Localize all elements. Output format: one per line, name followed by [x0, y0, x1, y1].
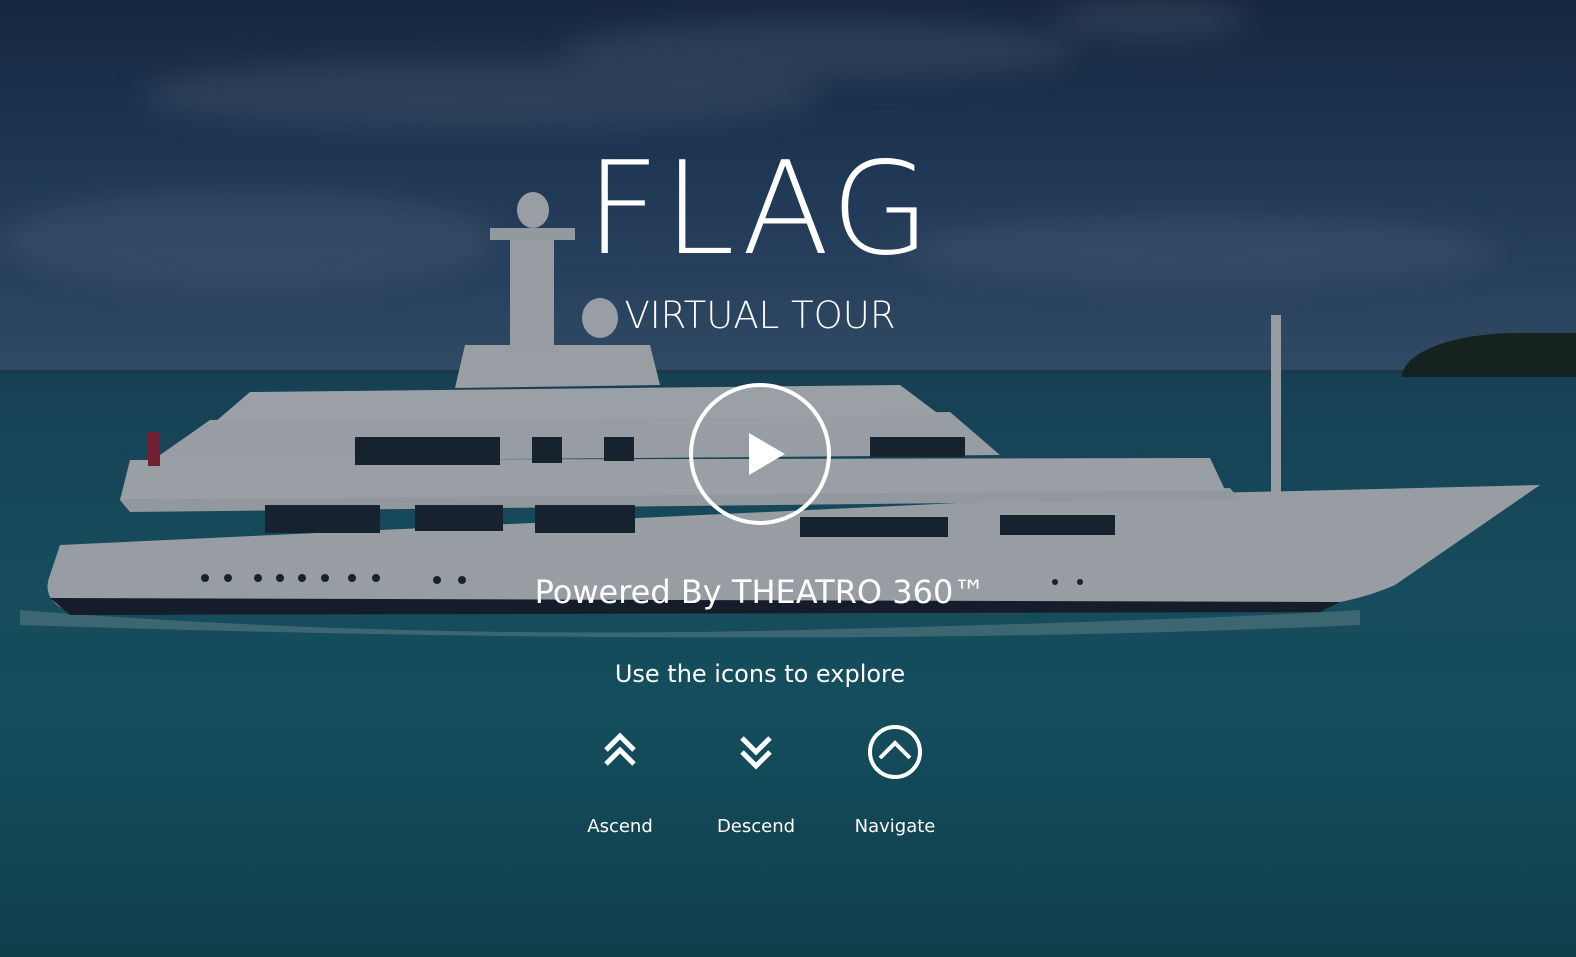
yacht-title: FLAG [585, 135, 935, 284]
circle-chevron-up-icon [868, 725, 922, 779]
play-icon [749, 433, 785, 475]
descend-label: Descend [716, 816, 796, 837]
tour-subtitle: VIRTUAL TOUR [624, 294, 896, 337]
play-button[interactable] [689, 383, 831, 525]
ascend-control[interactable]: Ascend [555, 724, 685, 838]
instructions-text: Use the icons to explore [614, 660, 906, 688]
navigate-label: Navigate [854, 816, 936, 837]
virtual-tour-splash: FLAG VIRTUAL TOUR Powered By THEATRO 360… [0, 0, 1576, 957]
powered-by-text: Powered By THEATRO 360™ [534, 573, 986, 611]
double-chevron-up-icon [604, 732, 636, 766]
ascend-label: Ascend [587, 816, 653, 837]
navigate-control[interactable]: Navigate [830, 724, 960, 838]
double-chevron-down-icon [740, 736, 772, 770]
descend-control[interactable]: Descend [691, 724, 821, 838]
